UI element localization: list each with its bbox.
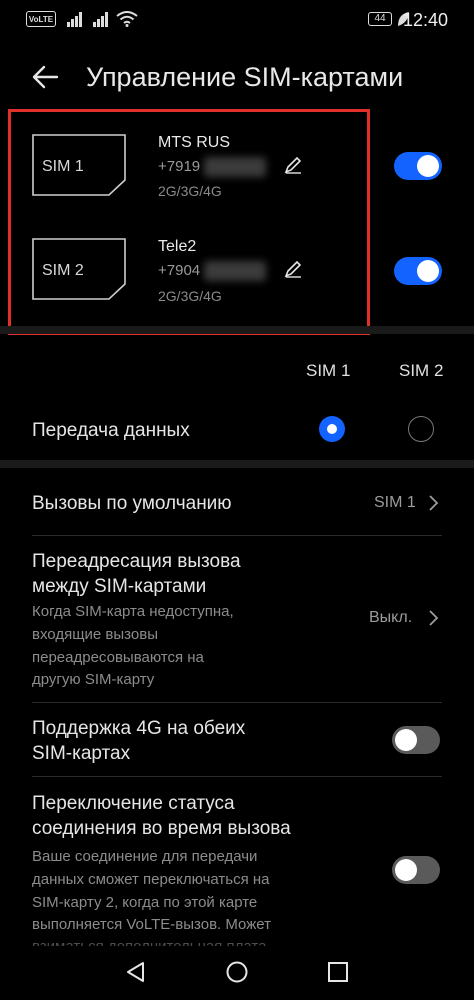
column-sim1: SIM 1 [306,361,351,380]
switch-during-call-title-1: Переключение статуса [32,793,235,814]
switch-during-call-toggle[interactable] [392,856,440,884]
call-forwarding-title-1[interactable]: Переадресация вызова [32,549,241,574]
battery-icon: 44 [368,12,392,26]
back-arrow-icon[interactable] [30,62,60,92]
nav-back-icon[interactable] [124,960,148,984]
dual-4g-title-2: SIM-картах [32,743,131,764]
call-forwarding-sub-3: переадресовываются на [32,649,204,666]
sim1-number-blur [204,157,266,177]
status-bar: VoLTE 44 12:40 [0,0,474,40]
sim1-number: +7919 [158,158,201,175]
call-forwarding-sub-4: другую SIM-карту [32,671,155,688]
row-divider [32,535,442,536]
data-transfer-label: Передача данных [32,420,190,441]
navigation-bar [0,946,474,1000]
sim1-tech: 2G/3G/4G [158,183,222,199]
wifi-icon [116,11,138,27]
dual-4g-title-1: Поддержка 4G на обеих [32,718,246,739]
call-forwarding-value[interactable]: Выкл. [369,609,412,627]
data-transfer-sim2-radio[interactable] [408,416,434,442]
default-calls-value[interactable]: SIM 1 [374,494,416,512]
call-forwarding-sub-1: Когда SIM-карта недоступна, [32,603,234,620]
column-sim2: SIM 2 [399,361,444,380]
signal-sim1-icon [67,12,82,27]
volte-indicator: VoLTE [26,11,56,27]
switch-during-call-sub-3: SIM-карту 2, когда по этой карте [32,894,258,911]
sim1-toggle[interactable] [394,152,442,180]
switch-during-call-sub-1: Ваше соединение для передачи [32,848,258,865]
sim1-slot-label: SIM 1 [42,158,84,175]
switch-during-call-sub-2: данных сможет переключаться на [32,871,270,888]
status-time: 12:40 [402,10,448,30]
switch-during-call-sub-4: выполняется VoLTE-вызов. Может [32,916,271,933]
sim1-edit-icon[interactable] [284,156,302,174]
chevron-right-icon [429,610,439,626]
section-divider [0,326,474,334]
signal-sim2-icon [93,12,108,27]
sim2-toggle[interactable] [394,257,442,285]
sim2-number-blur [204,261,266,281]
sim2-edit-icon[interactable] [284,260,302,278]
row-divider [32,702,442,703]
sim2-tech: 2G/3G/4G [158,288,222,304]
default-calls-label[interactable]: Вызовы по умолчанию [32,491,232,516]
page-title: Управление SIM-картами [86,62,404,92]
sim2-number: +7904 [158,262,201,279]
nav-home-icon[interactable] [225,960,249,984]
call-forwarding-title-2[interactable]: между SIM-картами [32,574,206,599]
nav-recent-icon[interactable] [326,960,350,984]
row-divider [32,776,442,777]
switch-during-call-title-2: соединения во время вызова [32,818,291,839]
sim2-slot-label: SIM 2 [42,262,84,279]
call-forwarding-sub-2: входящие вызовы [32,626,158,643]
sim1-operator: MTS RUS [158,134,230,151]
data-transfer-sim1-radio[interactable] [319,416,345,442]
section-divider [0,460,474,468]
sim2-operator: Tele2 [158,238,197,255]
chevron-right-icon [429,495,439,511]
dual-4g-toggle[interactable] [392,726,440,754]
